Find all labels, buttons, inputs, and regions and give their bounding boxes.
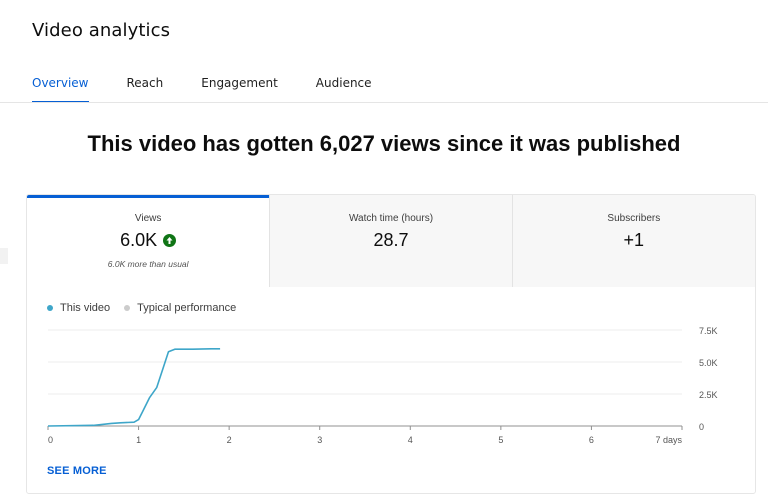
tab-engagement[interactable]: Engagement: [201, 76, 278, 103]
metric-value: +1: [623, 230, 645, 250]
metric-subscribers[interactable]: Subscribers +1: [511, 195, 755, 287]
legend-dot-icon: [124, 305, 131, 311]
x-tick-label: 4: [408, 435, 413, 445]
y-tick-label: 2.5K: [699, 390, 718, 400]
chart-legend: This video Typical performance: [47, 302, 250, 314]
legend-label: Typical performance: [137, 302, 237, 314]
x-tick-label: 5: [498, 435, 503, 445]
metric-label: Views: [134, 213, 162, 224]
up-arrow-icon: [163, 234, 177, 247]
metric-value-row: 6.0K: [27, 230, 269, 251]
metric-watch-time[interactable]: Watch time (hours) 28.7: [269, 195, 512, 287]
legend-item-typical: Typical performance: [124, 302, 236, 314]
y-tick-label: 0: [699, 422, 704, 432]
metric-views[interactable]: Views 6.0K 6.0K more than usual: [27, 195, 270, 287]
tabs-divider: [0, 102, 768, 103]
analytics-tabs: Overview Reach Engagement Audience: [32, 76, 410, 103]
y-tick-label: 7.5K: [699, 326, 718, 336]
tab-audience[interactable]: Audience: [316, 76, 372, 103]
overview-card: Views 6.0K 6.0K more than usual Watch ti…: [26, 194, 756, 494]
page-title: Video analytics: [32, 20, 171, 41]
views-line-chart: 0 2.5K 5.0K 7.5K 0 1 2 3 4 5 6 7 days: [47, 326, 718, 445]
tab-reach[interactable]: Reach: [127, 76, 164, 103]
series-line-this-video: [47, 348, 221, 427]
legend-label: This video: [60, 302, 111, 314]
metric-value: 28.7: [373, 230, 409, 250]
see-more-link[interactable]: SEE MORE: [47, 465, 107, 477]
x-tick-label: 3: [317, 435, 322, 445]
x-tick-label: 1: [136, 435, 141, 445]
x-tick-label: 7 days: [655, 435, 682, 445]
metric-label: Subscribers: [607, 213, 661, 224]
legend-dot-icon: [47, 305, 53, 311]
metric-value: 6.0K: [120, 230, 158, 250]
metric-note: 6.0K more than usual: [107, 259, 189, 269]
tab-overview[interactable]: Overview: [32, 76, 89, 103]
x-tick-label: 0: [48, 435, 53, 445]
metric-label: Watch time (hours): [348, 213, 434, 224]
x-tick-label: 2: [227, 435, 232, 445]
metric-tabs: Views 6.0K 6.0K more than usual Watch ti…: [27, 195, 755, 287]
y-tick-label: 5.0K: [699, 358, 718, 368]
legend-item-this-video: This video: [47, 302, 110, 314]
views-headline: This video has gotten 6,027 views since …: [87, 131, 681, 156]
left-edge-fragment: [0, 248, 8, 264]
x-tick-label: 6: [589, 435, 594, 445]
